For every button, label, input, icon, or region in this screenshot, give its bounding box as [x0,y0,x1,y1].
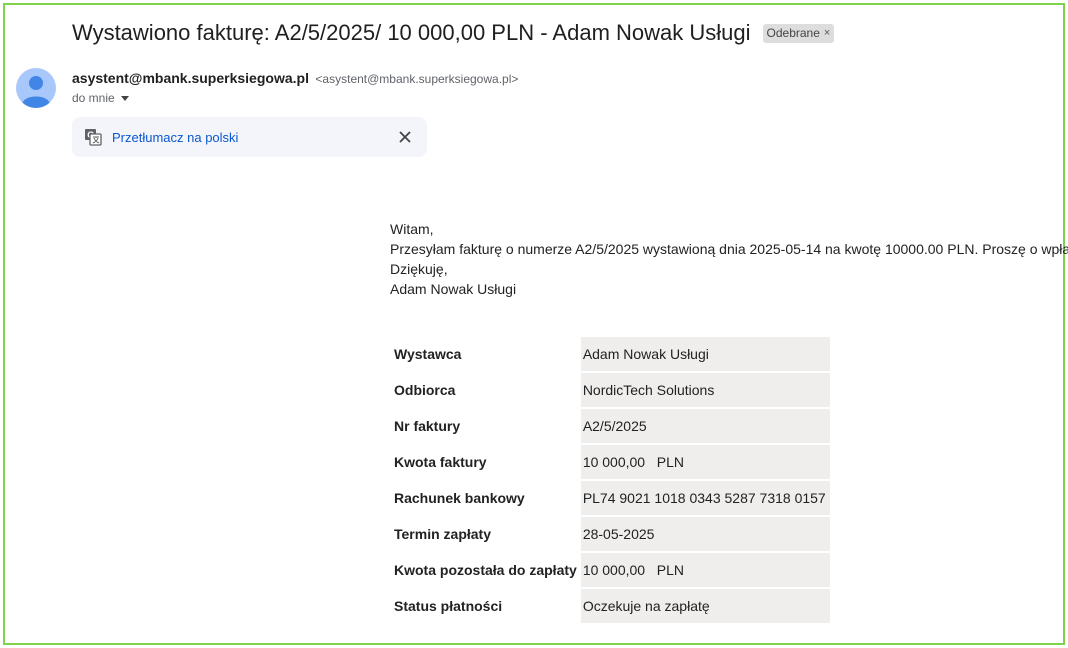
sender-row: asystent@mbank.superksiegowa.pl <asysten… [72,70,518,88]
row-key: Kwota pozostała do zapłaty [390,553,581,589]
row-key: Kwota faktury [390,445,581,481]
row-value: Adam Nowak Usługi [580,337,830,373]
table-row: Kwota faktury 10 000,00 PLN [390,445,830,481]
row-value: 10 000,00 PLN [580,445,830,481]
row-value: A2/5/2025 [580,409,830,445]
row-value: 10 000,00 PLN [580,553,830,589]
table-row: Nr faktury A2/5/2025 [390,409,830,445]
chevron-down-icon [120,95,129,101]
person-icon [22,76,50,108]
row-value: NordicTech Solutions [580,373,830,409]
table-row: Wystawca Adam Nowak Usługi [390,337,830,373]
row-key: Termin zapłaty [390,517,581,553]
subject-row: Wystawiono fakturę: A2/5/2025/ 10 000,00… [72,20,835,46]
close-icon[interactable] [395,127,415,147]
table-row: Kwota pozostała do zapłaty 10 000,00 PLN [390,553,830,589]
table-row: Status płatności Oczekuje na zapłatę [390,589,830,625]
row-key: Wystawca [390,337,581,373]
table-row: Odbiorca NordicTech Solutions [390,373,830,409]
email-subject: Wystawiono fakturę: A2/5/2025/ 10 000,00… [72,20,751,45]
sender-name[interactable]: asystent@mbank.superksiegowa.pl [72,70,309,86]
recipient-details-toggle[interactable]: do mnie [72,91,129,105]
avatar[interactable] [16,68,56,108]
row-key: Status płatności [390,589,581,625]
label-chip-text: Odebrane [766,26,820,40]
remove-label-icon[interactable]: × [824,27,830,39]
recipient-label: do mnie [72,91,115,105]
row-value: 28-05-2025 [580,517,830,553]
label-chip-inbox[interactable]: Odebrane × [762,23,835,43]
row-value: PL74 9021 1018 0343 5287 7318 0157 [580,481,830,517]
table-row: Termin zapłaty 28-05-2025 [390,517,830,553]
translate-icon: G [85,129,102,146]
invoice-table: Wystawca Adam Nowak Usługi Odbiorca Nord… [390,337,830,625]
sender-email: <asystent@mbank.superksiegowa.pl> [315,72,519,86]
row-value: Oczekuje na zapłatę [580,589,830,625]
email-body: Witam, Przesyłam fakturę o numerze A2/5/… [390,219,1068,299]
body-line-message: Przesyłam fakturę o numerze A2/5/2025 wy… [390,241,1068,257]
row-key: Rachunek bankowy [390,481,581,517]
row-key: Nr faktury [390,409,581,445]
row-key: Odbiorca [390,373,581,409]
translate-bar: G Przetłumacz na polski [72,117,427,157]
body-line-signature: Adam Nowak Usługi [390,281,517,297]
body-line-greeting: Witam, [390,221,434,237]
table-row: Rachunek bankowy PL74 9021 1018 0343 528… [390,481,830,517]
body-line-thanks: Dziękuję, [390,261,448,277]
translate-link[interactable]: Przetłumacz na polski [112,130,238,145]
